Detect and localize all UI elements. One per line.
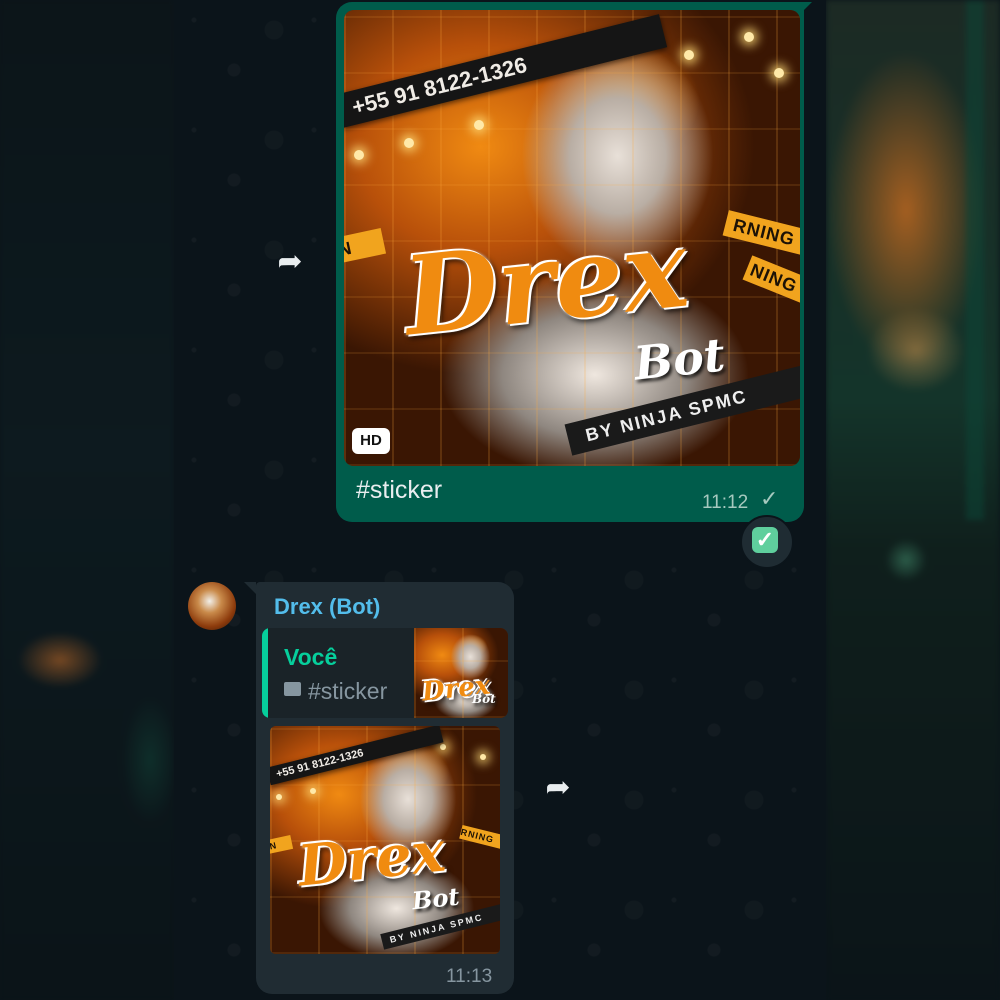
- avatar[interactable]: [188, 582, 236, 630]
- forward-icon[interactable]: ➦: [270, 242, 310, 282]
- quote-accent-bar: [262, 628, 268, 718]
- hd-badge: HD: [352, 428, 390, 454]
- outgoing-bubble-tail: [800, 2, 812, 14]
- quote-thumbnail: Drex Bot: [414, 628, 508, 718]
- thumb-brand-sub-text: Bot: [472, 692, 496, 706]
- blurred-backdrop-left: [0, 0, 174, 1000]
- outgoing-timestamp: 11:12: [702, 492, 749, 513]
- outgoing-caption: #sticker: [356, 476, 443, 504]
- quote-author: Você: [284, 644, 338, 670]
- quote-text: #sticker: [308, 678, 388, 704]
- image-icon: [284, 682, 301, 696]
- incoming-timestamp: 11:13: [446, 966, 493, 987]
- sticker-brand-sub-text: Bot: [631, 327, 728, 391]
- chat-panel: RN RNING NING +55 91 8122-1326 Drex Bot …: [174, 0, 826, 1000]
- sender-name[interactable]: Drex (Bot): [274, 594, 380, 620]
- outgoing-sticker-image[interactable]: RN RNING NING +55 91 8122-1326 Drex Bot …: [344, 10, 800, 466]
- thumb-brand-sub-large: Bot: [410, 881, 461, 916]
- check-mark-reaction-icon: ✓: [752, 527, 778, 553]
- blurred-backdrop-right: [826, 0, 1000, 1000]
- incoming-sticker-image[interactable]: RN RNING +55 91 8122-1326 Drex Bot BY NI…: [270, 726, 500, 954]
- sticker-artwork: RN RNING NING +55 91 8122-1326 Drex Bot …: [344, 10, 800, 466]
- incoming-bubble-tail: [244, 582, 256, 594]
- sent-check-icon: ✓: [760, 486, 779, 511]
- forward-icon[interactable]: ➦: [538, 768, 578, 808]
